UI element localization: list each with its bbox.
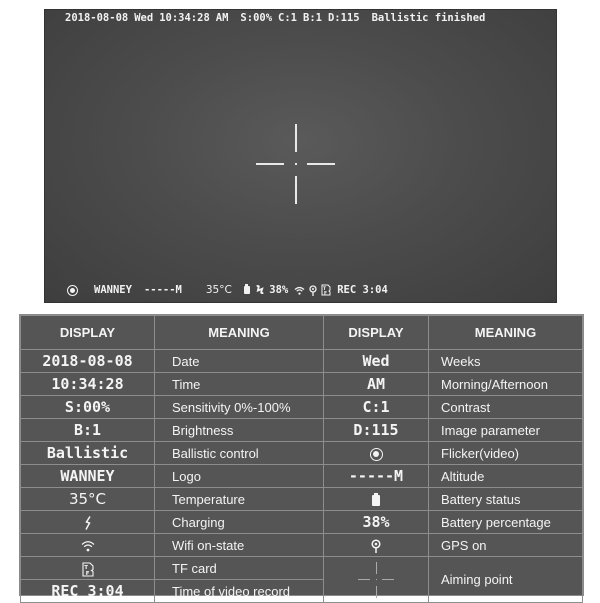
meaning-contrast: Contrast: [428, 395, 583, 419]
meaning-ampm: Morning/Afternoon: [428, 372, 583, 396]
meaning-gps: GPS on: [428, 533, 583, 557]
display-temperature: 35°C: [20, 487, 155, 511]
meaning-wifi: Wifi on-state: [154, 533, 324, 557]
display-charging: [20, 510, 155, 534]
meaning-aiming-point: Aiming point: [428, 556, 583, 603]
meaning-battery-percent: Battery percentage: [428, 510, 583, 534]
meaning-battery-status: Battery status: [428, 487, 583, 511]
display-logo: WANNEY: [20, 464, 155, 488]
display-weekday: Wed: [323, 349, 429, 373]
display-brightness: B:1: [20, 418, 155, 442]
osd-time: 10:34:28: [159, 12, 210, 24]
display-battery-percent: 38%: [323, 510, 429, 534]
osd-date: 2018-08-08: [65, 12, 129, 24]
osd-bottom-bar: WANNEY -----M 35°C Ϟ 38% T F REC 3:04: [67, 283, 388, 297]
reticle-top: [295, 124, 297, 152]
table-header-row: DISPLAY MEANING DISPLAY MEANING: [20, 315, 583, 350]
header-meaning-right: MEANING: [428, 315, 583, 350]
reticle-left: [256, 163, 284, 165]
display-wifi: [20, 533, 155, 557]
meaning-logo: Logo: [154, 464, 324, 488]
meaning-altitude: Altitude: [428, 464, 583, 488]
meaning-rec-time: Time of video record: [154, 579, 324, 603]
flicker-record-icon: [369, 447, 383, 461]
gps-pin-icon: [371, 539, 381, 553]
meaning-temperature: Temperature: [154, 487, 324, 511]
wifi-icon: [294, 286, 305, 295]
header-meaning-left: MEANING: [154, 315, 324, 350]
table-row: T F TF card Aiming point: [20, 556, 583, 603]
meaning-flicker: Flicker(video): [428, 441, 583, 465]
svg-text:F: F: [324, 291, 327, 297]
display-image-param: D:115: [323, 418, 429, 442]
battery-icon: [372, 492, 380, 506]
reticle-center-dot: [295, 163, 297, 165]
osd-image-param: D:115: [327, 12, 360, 24]
osd-contrast: C:1: [278, 12, 297, 24]
wifi-icon: [81, 541, 94, 552]
table-row: Ballistic Ballistic control Flicker(vide…: [20, 441, 583, 465]
meaning-ballistic: Ballistic control: [154, 441, 324, 465]
lightning-icon: [84, 516, 91, 530]
meaning-weekday: Weeks: [428, 349, 583, 373]
osd-battery-percent: 38%: [269, 284, 289, 296]
osd-ampm: AM: [215, 12, 229, 24]
header-display-right: DISPLAY: [323, 315, 429, 350]
osd-ballistic-status: Ballistic finished: [371, 12, 486, 24]
table-row: S:00% Sensitivity 0%-100% C:1 Contrast: [20, 395, 583, 419]
display-sensitivity: S:00%: [20, 395, 155, 419]
display-rec-time: REC 3:04: [20, 579, 155, 603]
flicker-record-icon: [67, 284, 78, 296]
meaning-charging: Charging: [154, 510, 324, 534]
meaning-time: Time: [154, 372, 324, 396]
display-tf-card: T F: [20, 556, 155, 580]
reticle-right: [307, 163, 335, 165]
display-ballistic: Ballistic: [20, 441, 155, 465]
gps-pin-icon: [309, 284, 317, 296]
osd-sensitivity: S:00%: [240, 12, 273, 24]
osd-temperature: 35°C: [205, 284, 232, 296]
meaning-date: Date: [154, 349, 324, 373]
header-display-left: DISPLAY: [20, 315, 155, 350]
display-contrast: C:1: [323, 395, 429, 419]
scope-display: 2018-08-08 Wed 10:34:28 AM S:00% C:1 B:1 D:115 B…: [45, 10, 556, 302]
meaning-sensitivity: Sensitivity 0%-100%: [154, 395, 324, 419]
svg-text:F: F: [85, 570, 89, 576]
display-altitude: -----M: [323, 464, 429, 488]
table-row: 2018-08-08 Date Wed Weeks: [20, 349, 583, 373]
table-row: WANNEY Logo -----M Altitude: [20, 464, 583, 488]
osd-legend-table: DISPLAY MEANING DISPLAY MEANING 2018-08-…: [19, 314, 584, 603]
crosshair-icon: [356, 560, 396, 600]
display-date: 2018-08-08: [20, 349, 155, 373]
display-flicker: [323, 441, 429, 465]
osd-logo: WANNEY: [94, 284, 132, 296]
display-aiming-point: [323, 556, 429, 603]
table-row: 35°C Temperature Battery status: [20, 487, 583, 511]
reticle-bottom: [295, 176, 297, 204]
table-row: B:1 Brightness D:115 Image parameter: [20, 418, 583, 442]
meaning-tf-card: TF card: [154, 556, 324, 580]
meaning-brightness: Brightness: [154, 418, 324, 442]
table-row: Wifi on-state GPS on: [20, 533, 583, 557]
osd-rec-time: REC 3:04: [337, 284, 388, 296]
osd-brightness: B:1: [303, 12, 322, 24]
tf-card-icon: T F: [321, 284, 331, 296]
battery-icon: [243, 284, 250, 294]
display-ampm: AM: [323, 372, 429, 396]
tf-card-icon: T F: [81, 561, 94, 576]
display-battery-status: [323, 487, 429, 511]
display-gps: [323, 533, 429, 557]
osd-altitude: -----M: [143, 284, 182, 296]
display-time: 10:34:28: [20, 372, 155, 396]
osd-top-bar: 2018-08-08 Wed 10:34:28 AM S:00% C:1 B:1 D:115 B…: [65, 12, 491, 24]
table-row: Charging 38% Battery percentage: [20, 510, 583, 534]
table-row: 10:34:28 Time AM Morning/Afternoon: [20, 372, 583, 396]
osd-weekday: Wed: [134, 12, 154, 24]
meaning-image-param: Image parameter: [428, 418, 583, 442]
lightning-icon: Ϟ: [255, 283, 265, 297]
